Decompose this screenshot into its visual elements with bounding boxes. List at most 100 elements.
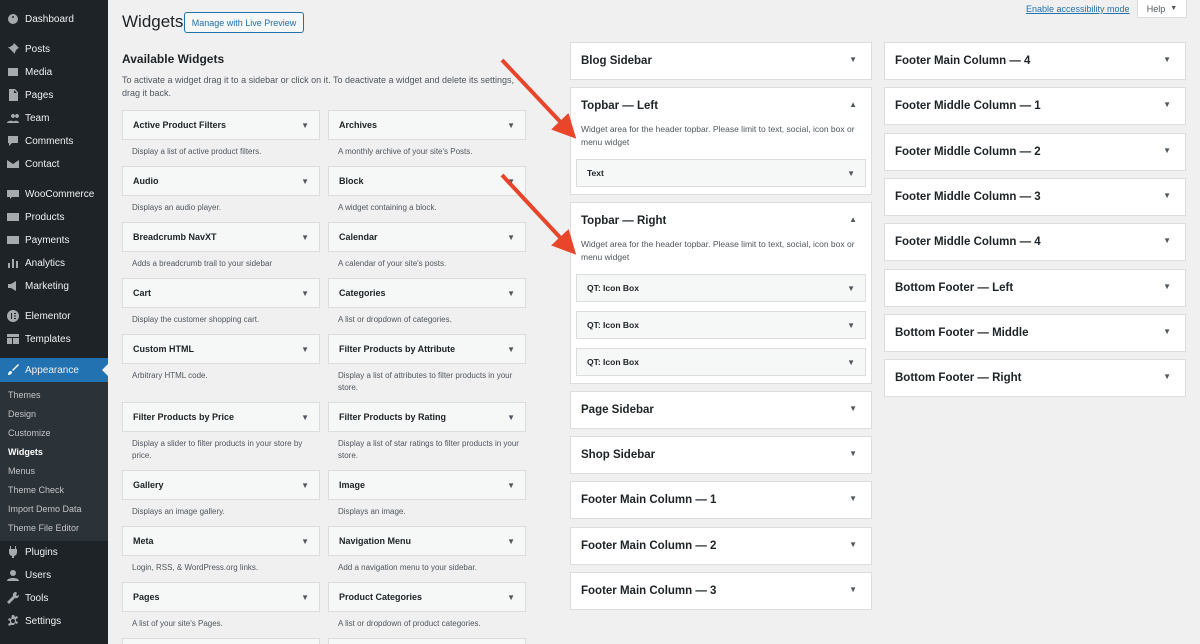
placed-widget-text[interactable]: Text ▼: [576, 159, 866, 187]
accessibility-mode-link[interactable]: Enable accessibility mode: [1026, 4, 1130, 14]
menu-item-users[interactable]: Users: [0, 564, 108, 586]
submenu-item-theme-file-editor[interactable]: Theme File Editor: [8, 523, 79, 533]
sidebar-topbar-right[interactable]: Topbar — Right ▲ Widget area for the heade…: [570, 202, 872, 384]
menu-item-posts[interactable]: Posts: [0, 38, 108, 60]
menu-item-products[interactable]: Products: [0, 206, 108, 228]
menu-item-comments[interactable]: Comments: [0, 130, 108, 152]
widget-calendar[interactable]: Calendar ▼: [328, 222, 526, 252]
widget-pages[interactable]: Pages ▼: [122, 582, 320, 612]
caret-down-icon: ▼: [507, 480, 515, 490]
widget-description: A calendar of your site's posts.: [338, 259, 447, 268]
sidebar-footer-main-column-4[interactable]: Footer Main Column — 4 ▼: [884, 42, 1186, 80]
widget-description: Display the customer shopping cart.: [132, 315, 260, 324]
menu-item-contact[interactable]: Contact: [0, 153, 108, 175]
submenu-item-theme-check[interactable]: Theme Check: [8, 485, 64, 495]
widget-filter-products-by-attribute[interactable]: Filter Products by Attribute ▼: [328, 334, 526, 364]
caret-down-icon: ▼: [301, 176, 309, 186]
widget-meta[interactable]: Meta ▼: [122, 526, 320, 556]
menu-item-templates[interactable]: Templates: [0, 328, 108, 350]
widget-cart[interactable]: Cart ▼: [122, 278, 320, 308]
widget-block[interactable]: Block ▼: [328, 166, 526, 196]
caret-down-icon: ▼: [847, 357, 855, 367]
sidebar-footer-middle-column-1[interactable]: Footer Middle Column — 1 ▼: [884, 87, 1186, 126]
menu-item-label: Comments: [25, 135, 74, 147]
menu-item-team[interactable]: Team: [0, 107, 108, 129]
widget-archives[interactable]: Archives ▼: [328, 110, 526, 140]
menu-item-woocommerce[interactable]: WooCommerce: [0, 183, 108, 205]
live-preview-button[interactable]: Manage with Live Preview: [184, 12, 304, 33]
menu-item-tools[interactable]: Tools: [0, 587, 108, 609]
sidebar-blog-sidebar[interactable]: Blog Sidebar ▼: [570, 42, 872, 80]
caret-down-icon: ▼: [301, 344, 309, 354]
sidebar-footer-main-column-3[interactable]: Footer Main Column — 3 ▼: [570, 572, 872, 610]
menu-item-pages[interactable]: Pages: [0, 84, 108, 106]
team-icon: [6, 111, 20, 125]
submenu-item-design[interactable]: Design: [8, 409, 36, 419]
widget-title: Audio: [133, 176, 159, 186]
widget-navigation-menu[interactable]: Navigation Menu ▼: [328, 526, 526, 556]
sidebar-bottom-footer-left[interactable]: Bottom Footer — Left ▼: [884, 268, 1186, 307]
widget-filter-products-by-price[interactable]: Filter Products by Price ▼: [122, 402, 320, 432]
sidebar-page-sidebar[interactable]: Page Sidebar ▼: [570, 391, 872, 429]
placed-widget-icon-box[interactable]: QT: Icon Box ▼: [576, 311, 866, 339]
submenu-item-themes[interactable]: Themes: [8, 390, 41, 400]
widget-description: Login, RSS, & WordPress.org links.: [132, 563, 259, 572]
menu-item-label: Appearance: [25, 364, 79, 376]
menu-item-media[interactable]: Media: [0, 61, 108, 83]
submenu-item-menus[interactable]: Menus: [8, 466, 35, 476]
submenu-item-customize[interactable]: Customize: [8, 428, 51, 438]
widget-description: A monthly archive of your site's Posts.: [338, 147, 473, 156]
widget-gallery[interactable]: Gallery ▼: [122, 470, 320, 500]
mail-icon: [6, 157, 20, 171]
sidebar-footer-main-column-1[interactable]: Footer Main Column — 1 ▼: [570, 481, 872, 519]
widget-filter-products-by-rating[interactable]: Filter Products by Rating ▼: [328, 402, 526, 432]
settings-icon: [6, 614, 20, 628]
widget-description: Add a navigation menu to your sidebar.: [338, 563, 477, 572]
menu-item-plugins[interactable]: Plugins: [0, 541, 108, 563]
menu-item-appearance[interactable]: Appearance: [0, 358, 108, 382]
widget-description: Displays an audio player.: [132, 203, 221, 212]
widget-image[interactable]: Image ▼: [328, 470, 526, 500]
widget-partial[interactable]: [122, 638, 320, 644]
widget-active-product-filters[interactable]: Active Product Filters ▼: [122, 110, 320, 140]
placed-widget-icon-box[interactable]: QT: Icon Box ▼: [576, 274, 866, 302]
sidebar-footer-middle-column-2[interactable]: Footer Middle Column — 2 ▼: [884, 132, 1186, 171]
widget-custom-html[interactable]: Custom HTML ▼: [122, 334, 320, 364]
help-tab[interactable]: Help ▼: [1137, 0, 1187, 18]
sidebar-title: Topbar — Right: [581, 215, 667, 227]
sidebar-shop-sidebar[interactable]: Shop Sidebar ▼: [570, 436, 872, 474]
caret-down-icon: ▼: [1163, 281, 1171, 291]
widget-title: Pages: [133, 592, 160, 602]
menu-item-payments[interactable]: Payments: [0, 229, 108, 251]
caret-down-icon: ▼: [847, 320, 855, 330]
widget-description: Display a list of active product filters…: [132, 147, 262, 156]
sidebar-bottom-footer-middle[interactable]: Bottom Footer — Middle ▼: [884, 313, 1186, 352]
menu-item-label: Posts: [25, 43, 51, 55]
caret-down-icon: ▼: [507, 592, 515, 602]
menu-item-analytics[interactable]: Analytics: [0, 252, 108, 274]
pages-icon: [6, 88, 20, 102]
menu-item-settings[interactable]: Settings: [0, 610, 108, 632]
widget-partial[interactable]: [328, 638, 526, 644]
sidebar-topbar-left[interactable]: Topbar — Left ▲ Widget area for the header…: [570, 87, 872, 195]
caret-down-icon: ▼: [849, 540, 857, 549]
widget-product-categories[interactable]: Product Categories ▼: [328, 582, 526, 612]
widget-title: QT: Icon Box: [587, 283, 639, 293]
sidebar-bottom-footer-right[interactable]: Bottom Footer — Right ▼: [884, 359, 1186, 398]
caret-down-icon: ▼: [1170, 5, 1178, 12]
submenu-item-widgets[interactable]: Widgets: [8, 447, 43, 457]
sidebar-footer-middle-column-4[interactable]: Footer Middle Column — 4 ▼: [884, 223, 1186, 262]
sidebar-footer-main-column-2[interactable]: Footer Main Column — 2 ▼: [570, 527, 872, 565]
widget-categories[interactable]: Categories ▼: [328, 278, 526, 308]
widget-description: A list or dropdown of product categories…: [338, 619, 481, 628]
widget-audio[interactable]: Audio ▼: [122, 166, 320, 196]
menu-item-elementor[interactable]: Elementor: [0, 305, 108, 327]
menu-item-marketing[interactable]: Marketing: [0, 275, 108, 297]
sidebar-footer-middle-column-3[interactable]: Footer Middle Column — 3 ▼: [884, 177, 1186, 216]
sidebar-title: Bottom Footer — Left: [895, 281, 1014, 294]
widget-breadcrumb-navxt[interactable]: Breadcrumb NavXT ▼: [122, 222, 320, 252]
submenu-item-import-demo-data[interactable]: Import Demo Data: [8, 504, 82, 514]
placed-widget-icon-box[interactable]: QT: Icon Box ▼: [576, 348, 866, 376]
sidebar-title: Footer Middle Column — 4: [895, 236, 1041, 249]
menu-item-dashboard[interactable]: Dashboard: [0, 8, 108, 30]
